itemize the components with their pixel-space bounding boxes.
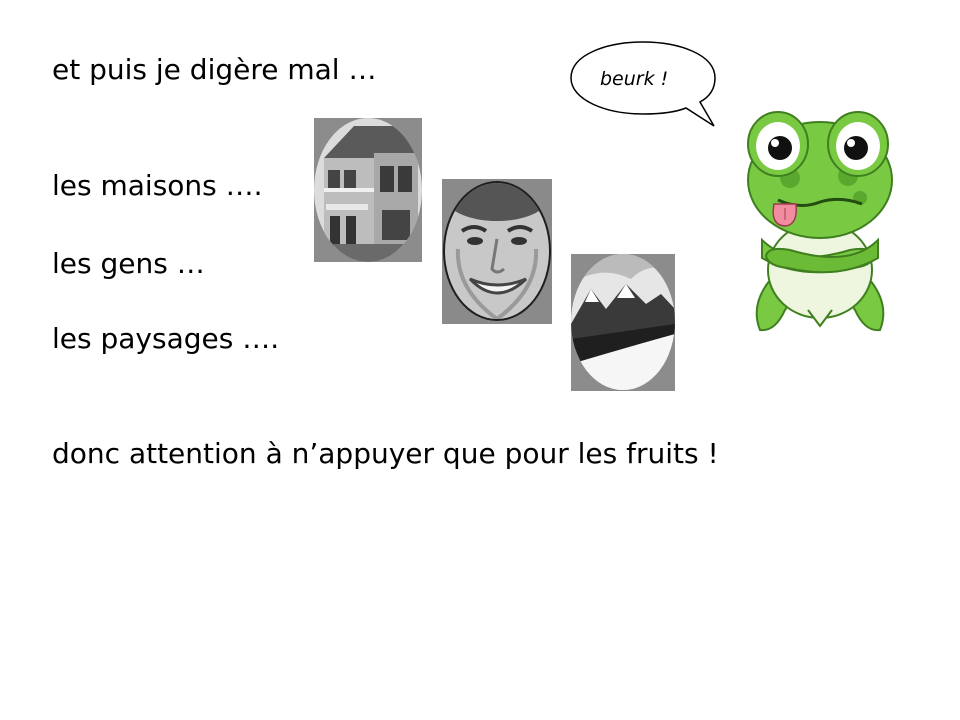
slide: et puis je digère mal … les maisons …. l… [0,0,960,720]
turtle-cartoon [747,111,893,332]
line-landscapes: les paysages …. [52,322,280,355]
landscape-photo [571,254,675,391]
house-photo [314,118,422,262]
line-warning: donc attention à n’appuyer que pour les … [52,437,719,470]
line-digestion: et puis je digère mal … [52,53,377,86]
line-houses: les maisons …. [52,169,263,202]
speech-bubble-text: beurk ! [600,68,669,90]
face-photo [442,179,552,324]
line-people: les gens … [52,247,205,280]
